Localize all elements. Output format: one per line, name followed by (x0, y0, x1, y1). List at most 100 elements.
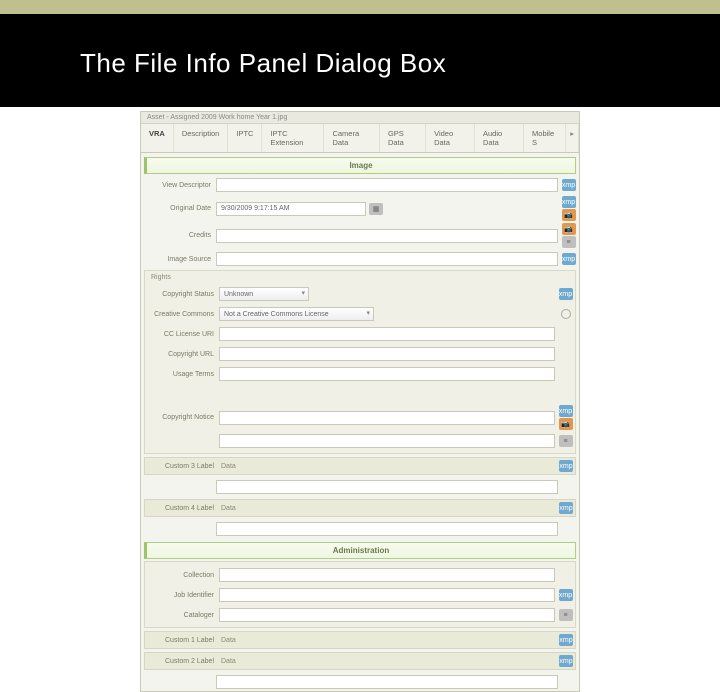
value-custom3: Data (219, 463, 236, 470)
value-custom4: Data (219, 505, 236, 512)
tab-iptc[interactable]: IPTC (228, 124, 262, 152)
input-custom4[interactable] (216, 522, 558, 536)
file-path-bar: Asset - Assigned 2009 Work home Year 1.j… (141, 112, 579, 124)
label-original-date: Original Date (144, 205, 216, 212)
label-image-source: Image Source (144, 256, 216, 263)
accent-bar (0, 0, 720, 14)
label-collection: Collection (147, 572, 219, 579)
tab-gps-data[interactable]: GPS Data (380, 124, 426, 152)
label-usage-terms: Usage Terms (147, 371, 219, 378)
tab-vra[interactable]: VRA (141, 124, 174, 152)
label-creative-commons: Creative Commons (147, 311, 219, 318)
row-copyright-status: Copyright Status Unknown xmp (147, 285, 573, 303)
camera-icon[interactable]: 📷 (562, 209, 576, 221)
xmp-icon[interactable]: xmp (559, 502, 573, 514)
admin-form: Collection Job Identifier xmp Cataloger … (141, 561, 579, 691)
tab-audio-data[interactable]: Audio Data (475, 124, 524, 152)
label-copyright-url: Copyright URL (147, 351, 219, 358)
label-cataloger: Cataloger (147, 612, 219, 619)
file-info-panel: Asset - Assigned 2009 Work home Year 1.j… (140, 111, 580, 692)
image-form: View Descriptor xmp Original Date ▦ xmp … (141, 176, 579, 538)
input-cc-license-uri[interactable] (219, 327, 555, 341)
input-view-descriptor[interactable] (216, 178, 558, 192)
tab-iptc-extension[interactable]: IPTC Extension (262, 124, 324, 152)
xmp-icon[interactable]: xmp (562, 196, 576, 208)
label-admin-custom1: Custom 1 Label (147, 637, 219, 644)
row-custom4: Custom 4 Label Data xmp (144, 499, 576, 517)
label-admin-custom2: Custom 2 Label (147, 658, 219, 665)
row-image-source: Image Source xmp (144, 250, 576, 268)
row-cataloger: Cataloger ≡ (147, 606, 573, 624)
xmp-icon[interactable]: xmp (559, 589, 573, 601)
row-usage-terms: Usage Terms (147, 365, 573, 383)
row-admin-custom2-input (144, 673, 576, 691)
tab-overflow[interactable]: ▸ (566, 124, 579, 152)
input-copyright-notice-2[interactable] (219, 434, 555, 448)
row-admin-custom2: Custom 2 Label Data xmp (144, 652, 576, 670)
label-rights: Rights (147, 273, 573, 283)
section-header-image: Image (144, 157, 576, 174)
value-admin-custom2: Data (219, 658, 236, 665)
xmp-icon[interactable]: xmp (562, 179, 576, 191)
camera-icon[interactable]: 📷 (562, 223, 576, 235)
input-image-source[interactable] (216, 252, 558, 266)
row-custom3-input (144, 478, 576, 496)
row-job-identifier: Job Identifier xmp (147, 586, 573, 604)
xmp-icon[interactable]: xmp (559, 405, 573, 417)
tab-video-data[interactable]: Video Data (426, 124, 475, 152)
row-cc-license-uri: CC License URI (147, 325, 573, 343)
label-credits: Credits (144, 232, 216, 239)
calendar-icon[interactable]: ▦ (369, 203, 383, 215)
input-copyright-url[interactable] (219, 347, 555, 361)
label-custom3: Custom 3 Label (147, 463, 219, 470)
select-creative-commons[interactable]: Not a Creative Commons License (219, 307, 374, 321)
row-original-date: Original Date ▦ xmp 📷 (144, 196, 576, 221)
label-job-identifier: Job Identifier (147, 592, 219, 599)
input-admin-custom2[interactable] (216, 675, 558, 689)
xmp-icon[interactable]: xmp (559, 655, 573, 667)
row-copyright-notice: Copyright Notice xmp 📷 (147, 405, 573, 430)
xmp-icon[interactable]: xmp (559, 634, 573, 646)
row-view-descriptor: View Descriptor xmp (144, 176, 576, 194)
db-icon[interactable]: ≡ (562, 236, 576, 248)
tab-bar: VRA Description IPTC IPTC Extension Came… (141, 124, 579, 153)
xmp-icon[interactable]: xmp (559, 288, 573, 300)
row-admin-custom1: Custom 1 Label Data xmp (144, 631, 576, 649)
tab-camera-data[interactable]: Camera Data (324, 124, 380, 152)
input-usage-terms[interactable] (219, 367, 555, 381)
input-original-date[interactable] (216, 202, 366, 216)
label-custom4: Custom 4 Label (147, 505, 219, 512)
rights-group: Rights Copyright Status Unknown xmp Crea… (144, 270, 576, 454)
slide-title: The File Info Panel Dialog Box (80, 48, 720, 79)
cc-info-icon[interactable] (561, 309, 571, 319)
xmp-icon[interactable]: xmp (559, 460, 573, 472)
label-copyright-notice: Copyright Notice (147, 414, 219, 421)
tab-mobile[interactable]: Mobile S (524, 124, 566, 152)
input-collection[interactable] (219, 568, 555, 582)
row-creative-commons: Creative Commons Not a Creative Commons … (147, 305, 573, 323)
value-admin-custom1: Data (219, 637, 236, 644)
stage: Asset - Assigned 2009 Work home Year 1.j… (0, 107, 720, 692)
input-copyright-notice[interactable] (219, 411, 555, 425)
admin-group: Collection Job Identifier xmp Cataloger … (144, 561, 576, 628)
select-copyright-status[interactable]: Unknown (219, 287, 309, 301)
row-custom4-input (144, 520, 576, 538)
db-icon[interactable]: ≡ (559, 609, 573, 621)
db-icon[interactable]: ≡ (559, 435, 573, 447)
input-cataloger[interactable] (219, 608, 555, 622)
row-credits: Credits 📷 ≡ (144, 223, 576, 248)
row-custom3: Custom 3 Label Data xmp (144, 457, 576, 475)
section-header-admin: Administration (144, 542, 576, 559)
row-copyright-url: Copyright URL (147, 345, 573, 363)
tab-description[interactable]: Description (174, 124, 229, 152)
spacer-row (147, 385, 573, 403)
row-collection: Collection (147, 566, 573, 584)
camera-icon[interactable]: 📷 (559, 418, 573, 430)
input-credits[interactable] (216, 229, 558, 243)
input-custom3[interactable] (216, 480, 558, 494)
xmp-icon[interactable]: xmp (562, 253, 576, 265)
label-copyright-status: Copyright Status (147, 291, 219, 298)
slide-title-band: The File Info Panel Dialog Box (0, 14, 720, 107)
input-job-identifier[interactable] (219, 588, 555, 602)
label-cc-license-uri: CC License URI (147, 331, 219, 338)
